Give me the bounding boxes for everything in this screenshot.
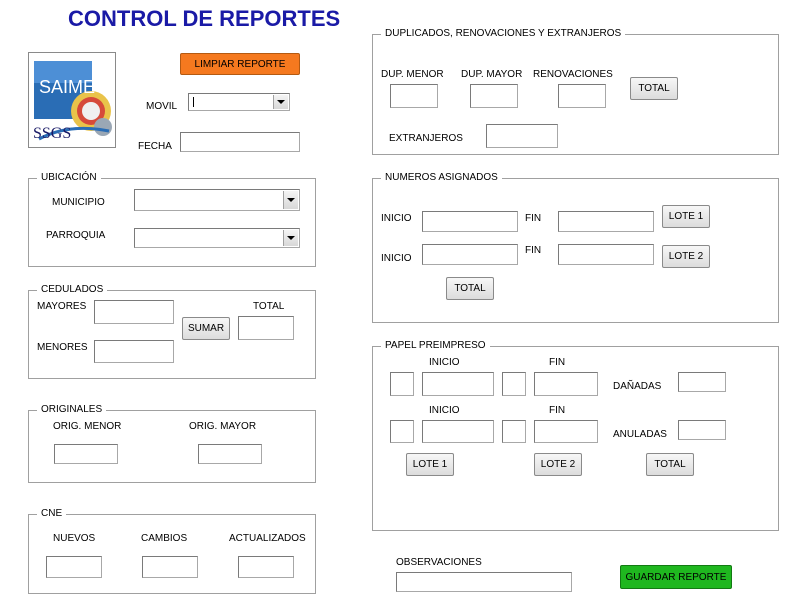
orig-menor-field[interactable] — [54, 444, 118, 464]
text-caret — [193, 97, 194, 107]
numeros-fin1-field[interactable] — [558, 211, 654, 232]
chevron-down-icon[interactable] — [273, 95, 288, 109]
papel-legend: PAPEL PREIMPRESO — [381, 340, 490, 352]
orig-mayor-label: ORIG. MAYOR — [189, 421, 257, 432]
dup-menor-field[interactable] — [390, 84, 438, 108]
numeros-inicio1-label: INICIO — [381, 213, 412, 224]
anuladas-field[interactable] — [678, 420, 726, 440]
papel-inicio1-label: INICIO — [429, 357, 460, 368]
cne-group: CNE — [28, 508, 316, 594]
extranjeros-label: EXTRANJEROS — [389, 133, 463, 144]
dup-menor-label: DUP. MENOR — [381, 69, 444, 80]
parroquia-label: PARROQUIA — [46, 230, 106, 241]
cambios-field[interactable] — [142, 556, 198, 578]
actualizados-field[interactable] — [238, 556, 294, 578]
mayores-field[interactable] — [94, 300, 174, 324]
parroquia-select[interactable] — [134, 228, 300, 248]
anuladas-label: ANULADAS — [613, 429, 667, 440]
renovaciones-field[interactable] — [558, 84, 606, 108]
papel-lote1-button[interactable]: LOTE 1 — [406, 453, 454, 476]
numeros-inicio2-label: INICIO — [381, 253, 412, 264]
numeros-inicio1-field[interactable] — [422, 211, 518, 232]
extranjeros-field[interactable] — [486, 124, 558, 148]
cedulados-legend: CEDULADOS — [37, 284, 108, 296]
menores-field[interactable] — [94, 340, 174, 363]
numeros-inicio2-field[interactable] — [422, 244, 518, 265]
cedulados-total-label: TOTAL — [253, 301, 285, 312]
dup-mayor-field[interactable] — [470, 84, 518, 108]
fecha-field[interactable] — [180, 132, 300, 152]
movil-label: MOVIL — [146, 101, 178, 112]
danadas-label: DAÑADAS — [613, 381, 662, 392]
numeros-total-button[interactable]: TOTAL — [446, 277, 494, 300]
papel-inicio2-field[interactable] — [422, 420, 494, 443]
papel-lote2-button[interactable]: LOTE 2 — [534, 453, 582, 476]
save-report-button[interactable]: GUARDAR REPORTE — [620, 565, 732, 589]
renovaciones-label: RENOVACIONES — [533, 69, 613, 80]
cne-legend: CNE — [37, 508, 67, 520]
numeros-legend: NUMEROS ASIGNADOS — [381, 172, 502, 184]
numeros-lote2-button[interactable]: LOTE 2 — [662, 245, 710, 268]
papel-fin1-field[interactable] — [534, 372, 598, 396]
papel-fin2-field[interactable] — [534, 420, 598, 443]
cedulados-total-field[interactable] — [238, 316, 294, 340]
cambios-label: CAMBIOS — [141, 533, 188, 544]
numeros-fin1-label: FIN — [525, 213, 542, 224]
nuevos-label: NUEVOS — [53, 533, 96, 544]
municipio-label: MUNICIPIO — [52, 197, 105, 208]
chevron-down-icon[interactable] — [283, 191, 298, 209]
orig-menor-label: ORIG. MENOR — [53, 421, 122, 432]
papel-prefix2-field[interactable] — [502, 372, 526, 396]
papel-fin2-label: FIN — [549, 405, 566, 416]
nuevos-field[interactable] — [46, 556, 102, 578]
danadas-field[interactable] — [678, 372, 726, 392]
movil-select[interactable] — [188, 93, 290, 111]
saime-logo: SAIME SSGS — [28, 52, 116, 148]
papel-inicio1-field[interactable] — [422, 372, 494, 396]
papel-prefix4-field[interactable] — [502, 420, 526, 443]
papel-prefix3-field[interactable] — [390, 420, 414, 443]
page-title: CONTROL DE REPORTES — [68, 6, 341, 31]
dup-mayor-label: DUP. MAYOR — [461, 69, 523, 80]
orig-mayor-field[interactable] — [198, 444, 262, 464]
duplicados-legend: DUPLICADOS, RENOVACIONES Y EXTRANJEROS — [381, 28, 626, 40]
papel-total-button[interactable]: TOTAL — [646, 453, 694, 476]
papel-fin1-label: FIN — [549, 357, 566, 368]
numeros-fin2-label: FIN — [525, 245, 542, 256]
observaciones-label: OBSERVACIONES — [396, 557, 482, 568]
logo-top-text: SAIME — [39, 77, 96, 97]
duplicados-total-button[interactable]: TOTAL — [630, 77, 678, 100]
actualizados-label: ACTUALIZADOS — [229, 533, 306, 544]
papel-inicio2-label: INICIO — [429, 405, 460, 416]
municipio-select[interactable] — [134, 189, 300, 211]
chevron-down-icon[interactable] — [283, 230, 298, 246]
sumar-button[interactable]: SUMAR — [182, 317, 230, 340]
ubicacion-legend: UBICACIÓN — [37, 172, 101, 184]
fecha-label: FECHA — [138, 141, 172, 152]
observaciones-field[interactable] — [396, 572, 572, 592]
numeros-lote1-button[interactable]: LOTE 1 — [662, 205, 710, 228]
numeros-fin2-field[interactable] — [558, 244, 654, 265]
originales-legend: ORIGINALES — [37, 404, 107, 416]
menores-label: MENORES — [37, 342, 88, 353]
mayores-label: MAYORES — [37, 301, 87, 312]
clear-report-button[interactable]: LIMPIAR REPORTE — [180, 53, 300, 75]
papel-prefix1-field[interactable] — [390, 372, 414, 396]
logo-bottom-text: SSGS — [33, 125, 72, 142]
